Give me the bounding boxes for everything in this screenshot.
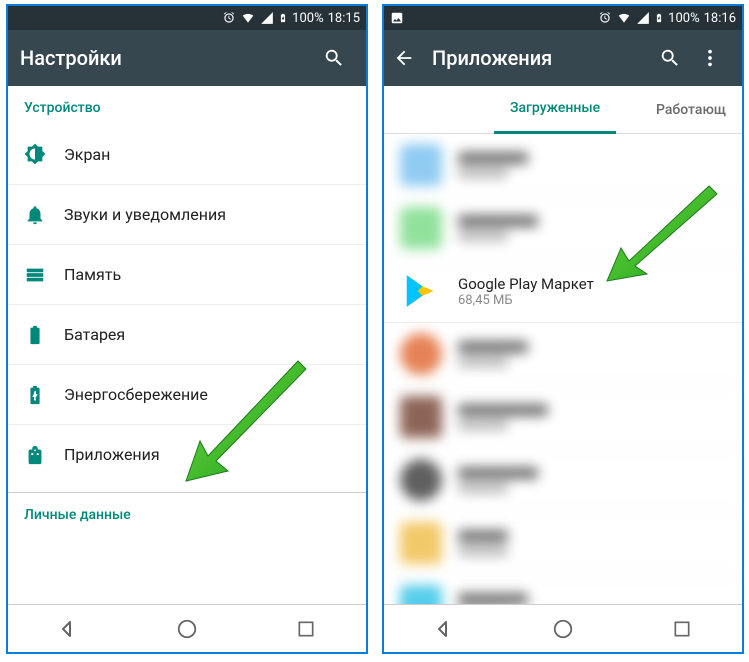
app-bar: Приложения [384, 30, 742, 86]
bell-icon [24, 204, 64, 226]
item-label: Память [64, 265, 121, 284]
battery-text: 100% [668, 11, 699, 26]
battery-text: 100% [292, 11, 323, 26]
section-personal: Личные данные [8, 493, 366, 531]
nav-recent[interactable] [652, 605, 712, 653]
item-sound[interactable]: Звуки и уведомления [8, 184, 366, 244]
app-bar: Настройки [8, 30, 366, 86]
item-memory[interactable]: Память [8, 244, 366, 304]
nav-home[interactable] [157, 605, 217, 653]
page-title: Приложения [432, 46, 650, 70]
nav-bar [384, 604, 742, 652]
signal-icon [636, 11, 650, 25]
time-text: 18:15 [328, 11, 360, 26]
wifi-icon [240, 11, 256, 25]
alarm-icon [598, 11, 612, 25]
app-row-blurred[interactable] [384, 323, 742, 386]
settings-content: Устройство Экран Звуки и уведомления Пам… [8, 86, 366, 604]
item-display[interactable]: Экран [8, 124, 366, 184]
app-row-blurred[interactable] [384, 512, 742, 575]
app-name: Google Play Маркет [458, 275, 594, 293]
overflow-icon[interactable] [690, 38, 730, 78]
time-text: 18:16 [704, 11, 736, 26]
app-row-blurred[interactable] [384, 386, 742, 449]
power-icon [24, 384, 64, 406]
phone-apps: 100% 18:16 Приложения Загруженные Работа… [382, 4, 744, 654]
display-icon [24, 143, 64, 165]
search-icon[interactable] [650, 38, 690, 78]
nav-home[interactable] [533, 605, 593, 653]
app-size: 68,45 МБ [458, 293, 594, 308]
app-row-blurred[interactable] [384, 575, 742, 604]
apps-icon [24, 444, 64, 466]
nav-recent[interactable] [276, 605, 336, 653]
play-store-icon [400, 270, 442, 312]
page-title: Настройки [20, 46, 314, 70]
storage-icon [24, 264, 64, 286]
tab-downloaded[interactable]: Загруженные [494, 86, 616, 134]
battery-icon [278, 11, 288, 25]
tab-running[interactable]: Работающ [640, 86, 742, 134]
item-label: Приложения [64, 445, 160, 464]
alarm-icon [222, 11, 236, 25]
status-bar: 100% 18:15 [8, 6, 366, 30]
image-icon [390, 11, 404, 25]
section-device: Устройство [8, 86, 366, 124]
tabs: Загруженные Работающ [384, 86, 742, 134]
item-label: Батарея [64, 325, 125, 344]
annotation-arrow [599, 176, 729, 286]
battery-icon [24, 324, 64, 346]
status-bar: 100% 18:16 [384, 6, 742, 30]
wifi-icon [616, 11, 632, 25]
item-label: Экран [64, 145, 110, 164]
battery-icon [654, 11, 664, 25]
nav-back[interactable] [414, 605, 474, 653]
item-label: Звуки и уведомления [64, 205, 226, 224]
back-icon[interactable] [384, 38, 424, 78]
nav-back[interactable] [38, 605, 98, 653]
nav-bar [8, 604, 366, 652]
app-row-blurred[interactable] [384, 449, 742, 512]
search-icon[interactable] [314, 38, 354, 78]
phone-settings: 100% 18:15 Настройки Устройство Экран Зв… [6, 4, 368, 654]
signal-icon [260, 11, 274, 25]
annotation-arrow [178, 351, 318, 491]
